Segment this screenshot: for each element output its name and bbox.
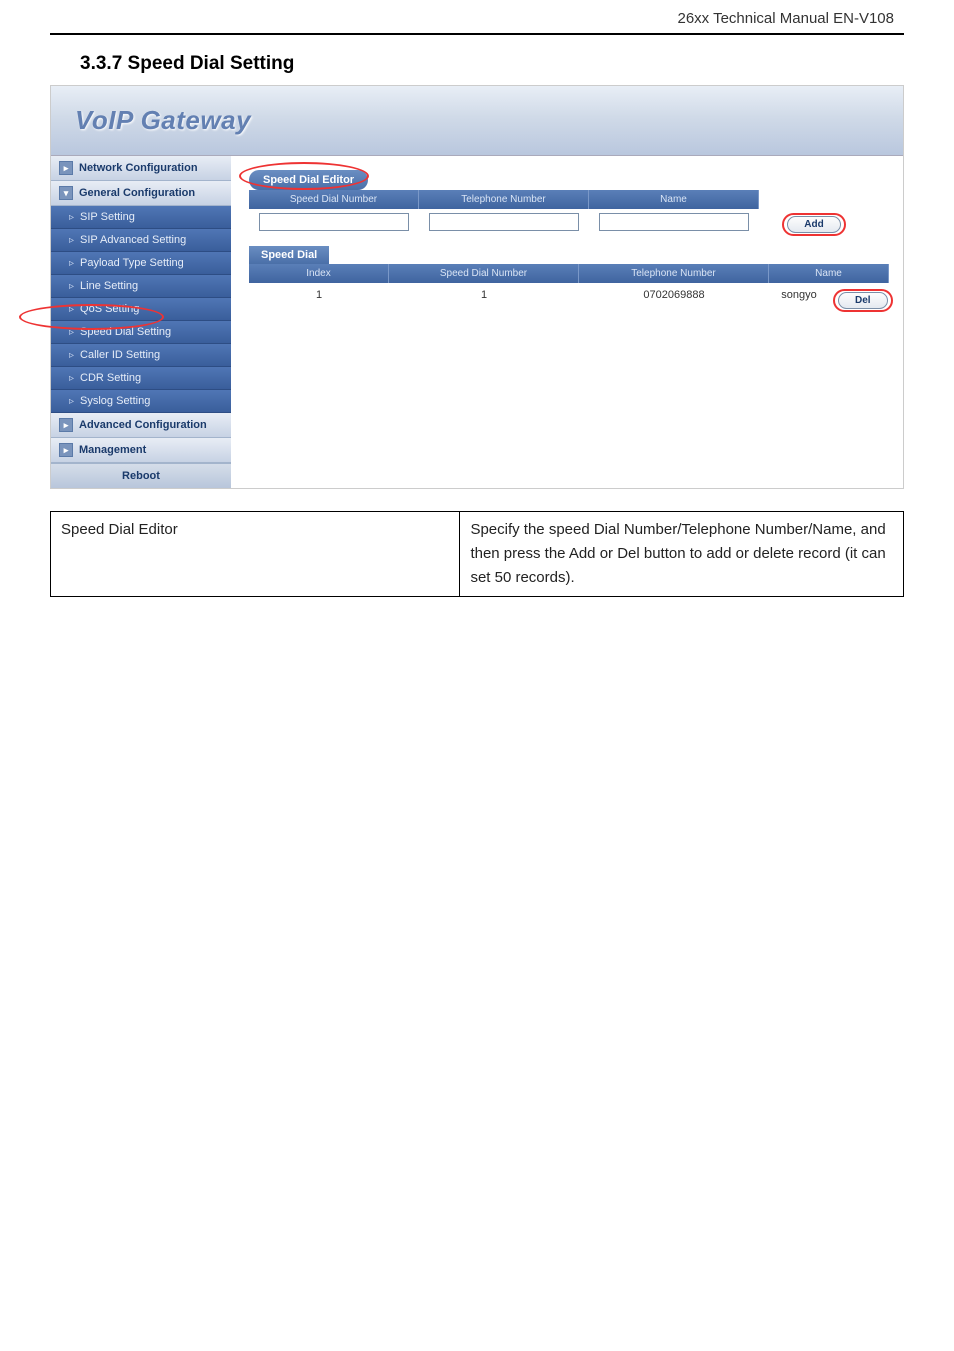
chevron-right-icon: ▹ bbox=[69, 258, 74, 269]
nav-network-configuration[interactable]: ▸ Network Configuration bbox=[51, 156, 231, 181]
banner-title: VoIP Gateway bbox=[75, 105, 251, 136]
nav-label: Advanced Configuration bbox=[79, 419, 207, 431]
editor-input-cell bbox=[419, 209, 589, 240]
editor-header-speed-dial-number: Speed Dial Number bbox=[249, 190, 419, 209]
speed-dial-number-input[interactable] bbox=[259, 213, 409, 231]
sidebar-item-qos-setting[interactable]: ▹ QoS Setting bbox=[51, 298, 231, 321]
dial-table-header: Index Speed Dial Number Telephone Number… bbox=[249, 264, 889, 283]
speed-dial-editor-tab: Speed Dial Editor bbox=[249, 170, 368, 190]
sidebar-item-label: SIP Setting bbox=[80, 211, 135, 223]
cell-telephone: 0702069888 bbox=[579, 283, 769, 318]
annotation-circle: Add bbox=[782, 213, 845, 236]
doc-header: 26xx Technical Manual EN-V108 bbox=[0, 0, 954, 33]
dial-header-index: Index bbox=[249, 264, 389, 283]
sidebar-item-syslog[interactable]: ▹ Syslog Setting bbox=[51, 390, 231, 413]
chevron-right-icon: ▹ bbox=[69, 304, 74, 315]
sidebar-item-cdr-setting[interactable]: ▹ CDR Setting bbox=[51, 367, 231, 390]
sidebar-item-payload-type[interactable]: ▹ Payload Type Setting bbox=[51, 252, 231, 275]
expand-icon: ▾ bbox=[59, 186, 73, 200]
sidebar: ▸ Network Configuration ▾ General Config… bbox=[51, 156, 231, 488]
desc-left-cell: Speed Dial Editor bbox=[51, 512, 460, 597]
cell-del: Del bbox=[829, 283, 889, 318]
reboot-label: Reboot bbox=[122, 470, 160, 482]
description-table: Speed Dial Editor Specify the speed Dial… bbox=[50, 511, 904, 597]
sidebar-item-caller-id[interactable]: ▹ Caller ID Setting bbox=[51, 344, 231, 367]
chevron-right-icon: ▹ bbox=[69, 281, 74, 292]
name-input[interactable] bbox=[599, 213, 749, 231]
sidebar-item-label: Syslog Setting bbox=[80, 395, 150, 407]
editor-header-row: Speed Dial Number Telephone Number Name bbox=[249, 190, 889, 209]
dial-header-speed-dial-number: Speed Dial Number bbox=[389, 264, 579, 283]
desc-right-cell: Specify the speed Dial Number/Telephone … bbox=[460, 512, 904, 597]
del-button[interactable]: Del bbox=[838, 292, 888, 309]
expand-icon: ▸ bbox=[59, 161, 73, 175]
chevron-right-icon: ▹ bbox=[69, 327, 74, 338]
chevron-right-icon: ▹ bbox=[69, 396, 74, 407]
nav-advanced-configuration[interactable]: ▸ Advanced Configuration bbox=[51, 413, 231, 438]
header-divider bbox=[50, 33, 904, 35]
nav-general-configuration[interactable]: ▾ General Configuration bbox=[51, 181, 231, 206]
app-banner: VoIP Gateway bbox=[51, 86, 903, 156]
chevron-right-icon: ▹ bbox=[69, 235, 74, 246]
section-title: 3.3.7 Speed Dial Setting bbox=[0, 53, 954, 85]
dial-header-telephone-number: Telephone Number bbox=[579, 264, 769, 283]
app-window: VoIP Gateway ▸ Network Configuration ▾ G… bbox=[50, 85, 904, 489]
editor-btn-cell: Add bbox=[759, 209, 869, 240]
sidebar-item-label: Caller ID Setting bbox=[80, 349, 160, 361]
sidebar-item-label: CDR Setting bbox=[80, 372, 141, 384]
nav-label: Management bbox=[79, 444, 146, 456]
nav-reboot[interactable]: Reboot bbox=[51, 463, 231, 488]
sidebar-item-label: Payload Type Setting bbox=[80, 257, 184, 269]
editor-header-telephone-number: Telephone Number bbox=[419, 190, 589, 209]
sidebar-item-label: Speed Dial Setting bbox=[80, 326, 171, 338]
sidebar-item-line-setting[interactable]: ▹ Line Setting bbox=[51, 275, 231, 298]
sidebar-item-label: QoS Setting bbox=[80, 303, 139, 315]
nav-label: Network Configuration bbox=[79, 162, 198, 174]
expand-icon: ▸ bbox=[59, 418, 73, 432]
table-row: 1 1 0702069888 songyo Del bbox=[249, 283, 889, 318]
content-pane: Speed Dial Editor Speed Dial Number Tele… bbox=[231, 156, 903, 488]
sidebar-item-sip-advanced[interactable]: ▹ SIP Advanced Setting bbox=[51, 229, 231, 252]
editor-header-name: Name bbox=[589, 190, 759, 209]
nav-management[interactable]: ▸ Management bbox=[51, 438, 231, 463]
cell-speed-dial: 1 bbox=[389, 283, 579, 318]
cell-name: songyo bbox=[769, 283, 829, 318]
nav-label: General Configuration bbox=[79, 187, 195, 199]
editor-input-cell bbox=[589, 209, 759, 240]
annotation-circle: Del bbox=[833, 289, 893, 312]
speed-dial-tab: Speed Dial bbox=[249, 246, 329, 264]
cell-index: 1 bbox=[249, 283, 389, 318]
sidebar-item-sip-setting[interactable]: ▹ SIP Setting bbox=[51, 206, 231, 229]
dial-header-name: Name bbox=[769, 264, 889, 283]
sidebar-item-speed-dial-setting[interactable]: ▹ Speed Dial Setting bbox=[51, 321, 231, 344]
editor-input-row: Add bbox=[249, 209, 889, 240]
sidebar-item-label: Line Setting bbox=[80, 280, 138, 292]
table-row: Speed Dial Editor Specify the speed Dial… bbox=[51, 512, 904, 597]
expand-icon: ▸ bbox=[59, 443, 73, 457]
telephone-number-input[interactable] bbox=[429, 213, 579, 231]
app-body: ▸ Network Configuration ▾ General Config… bbox=[51, 156, 903, 488]
chevron-right-icon: ▹ bbox=[69, 212, 74, 223]
chevron-right-icon: ▹ bbox=[69, 350, 74, 361]
editor-input-cell bbox=[249, 209, 419, 240]
sidebar-item-label: SIP Advanced Setting bbox=[80, 234, 186, 246]
add-button[interactable]: Add bbox=[787, 216, 840, 233]
chevron-right-icon: ▹ bbox=[69, 373, 74, 384]
